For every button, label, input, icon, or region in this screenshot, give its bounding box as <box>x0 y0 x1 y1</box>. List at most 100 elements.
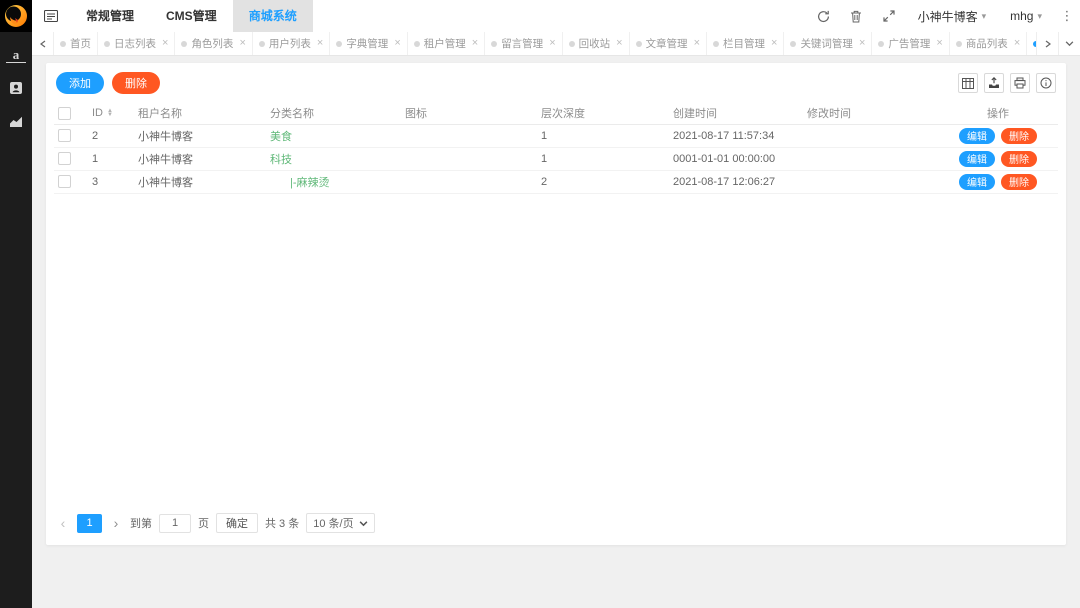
row-checkbox[interactable] <box>58 129 71 142</box>
tab-label: 栏目管理 <box>723 36 765 51</box>
area-chart-icon[interactable] <box>6 113 26 131</box>
tab-close-icon[interactable]: × <box>616 38 622 49</box>
tab-label: 商品列表 <box>966 36 1008 51</box>
tab-dot-icon <box>878 41 884 47</box>
workspace-tab[interactable]: 角色列表× <box>175 32 252 55</box>
tab-close-icon[interactable]: × <box>936 38 942 49</box>
workspace-tab[interactable]: 字典管理× <box>330 32 407 55</box>
workspace-tab[interactable]: 文章管理× <box>630 32 707 55</box>
tab-close-icon[interactable]: × <box>162 38 168 49</box>
tab-label: 回收站 <box>579 36 611 51</box>
workspace-tab[interactable]: 留言管理 × <box>485 32 562 55</box>
topbar: 常规管理CMS管理商城系统 <box>32 0 1080 32</box>
tab-close-icon[interactable]: × <box>472 38 478 49</box>
row-depth: 1 <box>537 147 669 170</box>
topbar-right: 小神牛博客 ▾ mhg ▾ ⋮ <box>807 0 1080 32</box>
tenant-menu[interactable]: mhg ▾ <box>998 9 1054 23</box>
pagination: ‹ 1 › 到第 页 确定 共 3 条 10 条/页 <box>54 501 1058 545</box>
tab-dot-icon <box>636 41 642 47</box>
row-delete-button[interactable]: 删除 <box>1001 151 1037 167</box>
tabs-scroll-left-icon[interactable] <box>32 32 54 55</box>
tabs-menu-icon[interactable] <box>1058 32 1080 55</box>
user-menu[interactable]: 小神牛博客 ▾ <box>906 8 999 25</box>
more-menu-icon[interactable]: ⋮ <box>1054 8 1080 24</box>
row-edit-button[interactable]: 编辑 <box>959 128 995 144</box>
fullscreen-icon[interactable] <box>873 0 906 32</box>
workspace-tab[interactable]: 用户列表 × <box>253 32 330 55</box>
tab-close-icon[interactable]: × <box>859 38 865 49</box>
workspace-tab[interactable]: 关键词管理 × <box>784 32 872 55</box>
row-icon <box>401 147 537 170</box>
table-row: 3小神牛博客|-麻辣烫22021-08-17 12:06:27编辑删除 <box>54 170 1058 193</box>
tab-dot-icon <box>104 41 110 47</box>
tab-label: 关键词管理 <box>800 36 853 51</box>
goto-confirm-button[interactable]: 确定 <box>216 513 258 533</box>
column-header-category: 分类名称 <box>266 103 401 124</box>
logo[interactable] <box>0 0 32 32</box>
user-badge-icon[interactable] <box>6 79 26 97</box>
column-header-created: 创建时间 <box>669 103 803 124</box>
current-page-button[interactable]: 1 <box>77 514 102 533</box>
row-delete-button[interactable]: 删除 <box>1001 174 1037 190</box>
workspace-tab[interactable]: 商品分类× <box>1027 32 1036 55</box>
column-header-id[interactable]: ID ▲▼ <box>88 103 134 124</box>
letter-a-icon[interactable]: a <box>6 48 26 63</box>
collapse-menu-icon[interactable] <box>32 0 70 32</box>
tab-close-icon[interactable]: × <box>317 38 323 49</box>
tab-close-icon[interactable]: × <box>239 38 245 49</box>
table-body: 2小神牛博客美食12021-08-17 11:57:34编辑删除1小神牛博客科技… <box>54 124 1058 193</box>
print-icon[interactable] <box>1010 73 1030 93</box>
tab-label: 留言管理 <box>501 36 543 51</box>
columns-filter-icon[interactable] <box>958 73 978 93</box>
column-header-depth: 层次深度 <box>537 103 669 124</box>
row-edit-button[interactable]: 编辑 <box>959 151 995 167</box>
tab-close-icon[interactable]: × <box>394 38 400 49</box>
tab-label: 用户列表 <box>269 36 311 51</box>
row-category: |-麻辣烫 <box>266 170 401 193</box>
tab-close-icon[interactable]: × <box>694 38 700 49</box>
prev-page-icon[interactable]: ‹ <box>56 516 70 530</box>
workspace-tab[interactable]: 商品列表 × <box>950 32 1027 55</box>
row-id: 1 <box>88 147 134 170</box>
select-all-checkbox[interactable] <box>58 107 71 120</box>
tab-dot-icon <box>956 41 962 47</box>
row-edit-button[interactable]: 编辑 <box>959 174 995 190</box>
workspace-tab[interactable]: 首页 <box>54 32 98 55</box>
row-delete-button[interactable]: 删除 <box>1001 128 1037 144</box>
export-icon[interactable] <box>984 73 1004 93</box>
add-button[interactable]: 添加 <box>56 72 104 94</box>
next-page-icon[interactable]: › <box>109 516 123 530</box>
workspace-tab[interactable]: 栏目管理 × <box>707 32 784 55</box>
tab-label: 广告管理 <box>888 36 930 51</box>
workspace-tab[interactable]: 日志列表× <box>98 32 175 55</box>
app-root: a 常规管理CMS管理商城系统 <box>0 0 1080 608</box>
tab-close-icon[interactable]: × <box>1014 38 1020 49</box>
row-tenant: 小神牛博客 <box>134 147 266 170</box>
tabs-scroll-right-icon[interactable] <box>1036 32 1058 55</box>
chevron-down-icon: ▾ <box>982 11 987 22</box>
info-icon[interactable] <box>1036 73 1056 93</box>
tab-dot-icon <box>790 41 796 47</box>
row-icon <box>401 170 537 193</box>
tab-close-icon[interactable]: × <box>771 38 777 49</box>
trash-icon[interactable] <box>840 0 873 32</box>
workspace-tab[interactable]: 回收站 × <box>563 32 630 55</box>
row-checkbox[interactable] <box>58 175 71 188</box>
page-size-select[interactable]: 10 条/页 <box>306 513 374 533</box>
row-depth: 1 <box>537 124 669 147</box>
goto-page-input[interactable] <box>159 514 191 533</box>
top-nav-item[interactable]: CMS管理 <box>150 0 233 32</box>
content-area: 添加 删除 <box>32 56 1080 608</box>
logo-icon <box>3 3 29 29</box>
refresh-icon[interactable] <box>807 0 840 32</box>
table-row: 2小神牛博客美食12021-08-17 11:57:34编辑删除 <box>54 124 1058 147</box>
top-nav-item[interactable]: 常规管理 <box>70 0 150 32</box>
top-nav-item[interactable]: 商城系统 <box>233 0 313 32</box>
tab-close-icon[interactable]: × <box>549 38 555 49</box>
row-checkbox[interactable] <box>58 152 71 165</box>
delete-button[interactable]: 删除 <box>112 72 160 94</box>
workspace-tab[interactable]: 广告管理 × <box>872 32 949 55</box>
sort-icon[interactable]: ▲▼ <box>107 109 113 117</box>
workspace-tab[interactable]: 租户管理× <box>408 32 485 55</box>
column-label: ID <box>92 107 103 119</box>
